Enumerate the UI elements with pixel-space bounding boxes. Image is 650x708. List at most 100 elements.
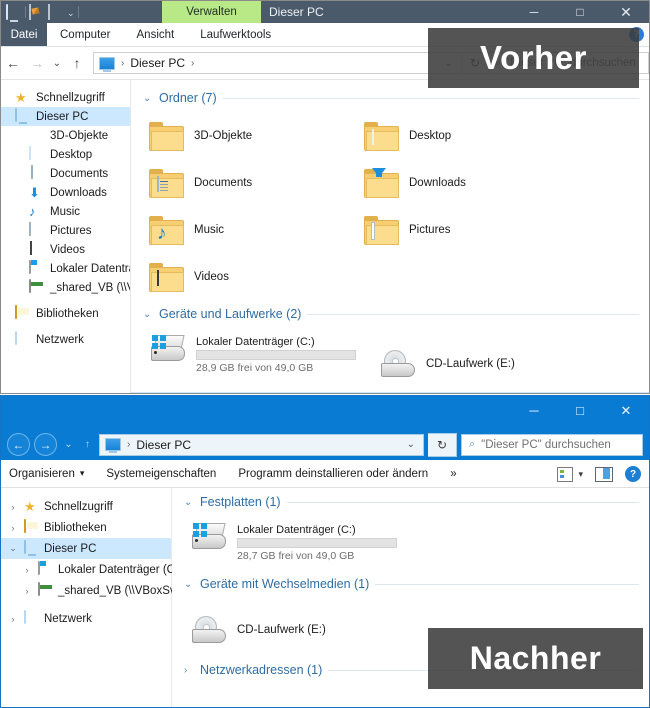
minimize-button[interactable]: ─ — [511, 1, 557, 23]
sidebar-item-music[interactable]: ♪ Music — [1, 202, 130, 221]
help-icon[interactable]: ? — [625, 466, 641, 482]
view-options-button[interactable]: ▾ — [557, 466, 583, 482]
this-pc-icon[interactable] — [6, 4, 22, 20]
sidebar-item-videos[interactable]: Videos — [1, 240, 130, 259]
chevron-right-icon[interactable]: › — [7, 502, 19, 512]
chevron-right-icon[interactable]: › — [21, 586, 33, 596]
folder-tile-documents[interactable]: Documents — [149, 159, 364, 206]
sidebar-item-schnellzugriff[interactable]: › ★ Schnellzugriff — [1, 496, 171, 517]
toolbar-programm-deinstallieren[interactable]: Programm deinstallieren oder ändern — [238, 468, 428, 480]
refresh-button[interactable]: ↻ — [428, 432, 457, 457]
sidebar-item-bibliotheken[interactable]: Bibliotheken — [1, 304, 130, 323]
maximize-button[interactable]: □ — [557, 1, 603, 23]
drive-tile-local-disk-c[interactable]: Lokaler Datenträger (C:) 28,9 GB frei vo… — [149, 330, 379, 386]
group-header-removable-media[interactable]: ⌄ Geräte mit Wechselmedien (1) — [172, 574, 649, 594]
sidebar-item-lokaler-datentraeger-c[interactable]: › Lokaler Datenträger (C:) — [1, 559, 182, 580]
sidebar-item-downloads[interactable]: ⬇ Downloads — [1, 183, 130, 202]
forward-button[interactable]: → — [34, 433, 57, 456]
folder-tile-desktop[interactable]: Desktop — [364, 112, 579, 159]
comparison-screenshot: ⌄ Verwalten Dieser PC ─ □ ✕ Datei Comput… — [0, 0, 650, 708]
sidebar-item-label: Lokaler Datenträger — [50, 262, 130, 275]
address-bar[interactable]: › Dieser PC ⌄ — [99, 433, 424, 456]
chevron-down-icon[interactable]: ⌄ — [143, 93, 153, 104]
sidebar-item-netzwerk[interactable]: › Netzwerk — [1, 608, 171, 629]
tab-laufwerktools[interactable]: Laufwerktools — [187, 23, 284, 46]
sidebar-item-dieser-pc[interactable]: ⌄ Dieser PC — [1, 538, 171, 559]
chevron-down-icon[interactable]: ⌄ — [7, 543, 19, 554]
toolbar-systemeigenschaften[interactable]: Systemeigenschaften — [106, 468, 216, 480]
tab-datei[interactable]: Datei — [1, 23, 47, 46]
back-button[interactable]: ← — [7, 433, 30, 456]
sidebar-item-3d-objekte[interactable]: 3D-Objekte — [1, 126, 130, 145]
tile-label: Downloads — [409, 176, 466, 189]
chevron-down-icon[interactable]: ⌄ — [184, 579, 194, 590]
chevron-right-icon[interactable]: › — [184, 665, 194, 676]
close-button[interactable]: ✕ — [603, 1, 649, 23]
toolbar-organisieren[interactable]: Organisieren ▾ — [9, 468, 84, 480]
properties-icon[interactable] — [29, 4, 45, 20]
group-rule — [286, 501, 639, 503]
downloads-icon: ⬇ — [29, 185, 40, 200]
maximize-button[interactable]: □ — [557, 396, 603, 425]
folder-tile-videos[interactable]: Videos — [149, 253, 364, 300]
desktop-icon — [29, 146, 44, 162]
sidebar-item-label: Pictures — [50, 224, 92, 237]
chevron-right-icon[interactable]: › — [21, 565, 33, 575]
recent-locations-icon[interactable]: ⌄ — [61, 434, 76, 455]
drive-tile-cd-e[interactable]: CD-Laufwerk (E:) — [190, 600, 420, 656]
group-header-network-locations[interactable]: › Netzwerkadressen (1) — [131, 392, 649, 393]
search-input[interactable]: ⌕ "Dieser PC" durchsuchen — [461, 433, 643, 456]
sidebar-item-shared-vb[interactable]: _shared_VB (\\VBox — [1, 278, 130, 297]
folder-tile-3d-objekte[interactable]: 3D-Objekte — [149, 112, 364, 159]
up-button[interactable]: ↑ — [80, 434, 95, 455]
breadcrumb-separator-2[interactable]: › — [191, 58, 194, 69]
sidebar-item-desktop[interactable]: Desktop — [1, 145, 130, 164]
tab-ansicht[interactable]: Ansicht — [124, 23, 188, 46]
contextual-tab-label[interactable]: Verwalten — [162, 1, 261, 23]
this-pc-icon — [24, 540, 39, 556]
forward-button[interactable]: → — [25, 51, 49, 75]
folder-tile-downloads[interactable]: Downloads — [364, 159, 579, 206]
window-body: ★ Schnellzugriff Dieser PC 3D-Objekte De… — [1, 80, 649, 393]
drive-tile-cd-e[interactable]: CD-Laufwerk (E:) — [379, 330, 609, 390]
navigation-pane: ★ Schnellzugriff Dieser PC 3D-Objekte De… — [1, 80, 131, 393]
new-folder-icon[interactable] — [48, 4, 64, 20]
breadcrumb-item-dieser-pc[interactable]: Dieser PC — [130, 56, 185, 70]
chevron-right-icon[interactable]: › — [7, 523, 19, 533]
folder-tile-pictures[interactable]: Pictures — [364, 206, 579, 253]
tab-computer[interactable]: Computer — [47, 23, 124, 46]
close-button[interactable]: ✕ — [603, 396, 649, 425]
customize-qat-caret-icon[interactable]: ⌄ — [67, 8, 75, 18]
sidebar-item-bibliotheken[interactable]: › Bibliotheken — [1, 517, 171, 538]
sidebar-item-documents[interactable]: Documents — [1, 164, 130, 183]
preview-pane-icon[interactable] — [595, 466, 613, 482]
sidebar-item-netzwerk[interactable]: Netzwerk — [1, 330, 130, 349]
back-button[interactable]: ← — [1, 51, 25, 75]
sidebar-item-dieser-pc[interactable]: Dieser PC — [1, 107, 130, 126]
group-header-hard-disks[interactable]: ⌄ Festplatten (1) — [172, 492, 649, 512]
group-header-devices-and-drives[interactable]: ⌄ Geräte und Laufwerke (2) — [131, 304, 649, 324]
sidebar-item-shared-vb-z[interactable]: › _shared_VB (\\VBoxSvr) (Z:) — [1, 580, 204, 601]
sidebar-item-lokaler-datentraeger[interactable]: Lokaler Datenträger — [1, 259, 130, 278]
breadcrumb-item-dieser-pc[interactable]: Dieser PC — [136, 438, 191, 452]
chevron-down-icon[interactable]: ⌄ — [143, 309, 153, 320]
recent-locations-icon[interactable]: ⌄ — [49, 51, 65, 75]
chevron-right-icon[interactable]: › — [7, 614, 19, 624]
group-header-folders[interactable]: ⌄ Ordner (7) — [131, 88, 649, 108]
folder-tile-music[interactable]: ♪ Music — [149, 206, 364, 253]
window-title: Dieser PC — [269, 5, 324, 19]
drive-tile-local-disk-c[interactable]: Lokaler Datenträger (C:) 28,7 GB frei vo… — [190, 518, 420, 574]
toolbar-overflow-chevrons[interactable]: » — [450, 468, 456, 480]
group-title: Geräte und Laufwerke (2) — [159, 307, 302, 321]
drive-label: CD-Laufwerk (E:) — [237, 624, 326, 636]
chevron-down-icon[interactable]: ⌄ — [184, 497, 194, 508]
sidebar-item-pictures[interactable]: Pictures — [1, 221, 130, 240]
up-button[interactable]: ↑ — [65, 51, 89, 75]
minimize-button[interactable]: ─ — [511, 396, 557, 425]
sidebar-item-schnellzugriff[interactable]: ★ Schnellzugriff — [1, 88, 130, 107]
nachher-label: Nachher — [469, 640, 602, 676]
folder-videos-icon — [149, 262, 184, 292]
group-rule — [222, 97, 639, 99]
address-dropdown-caret-icon[interactable]: ⌄ — [399, 439, 423, 450]
drive-label: CD-Laufwerk (E:) — [426, 358, 515, 370]
